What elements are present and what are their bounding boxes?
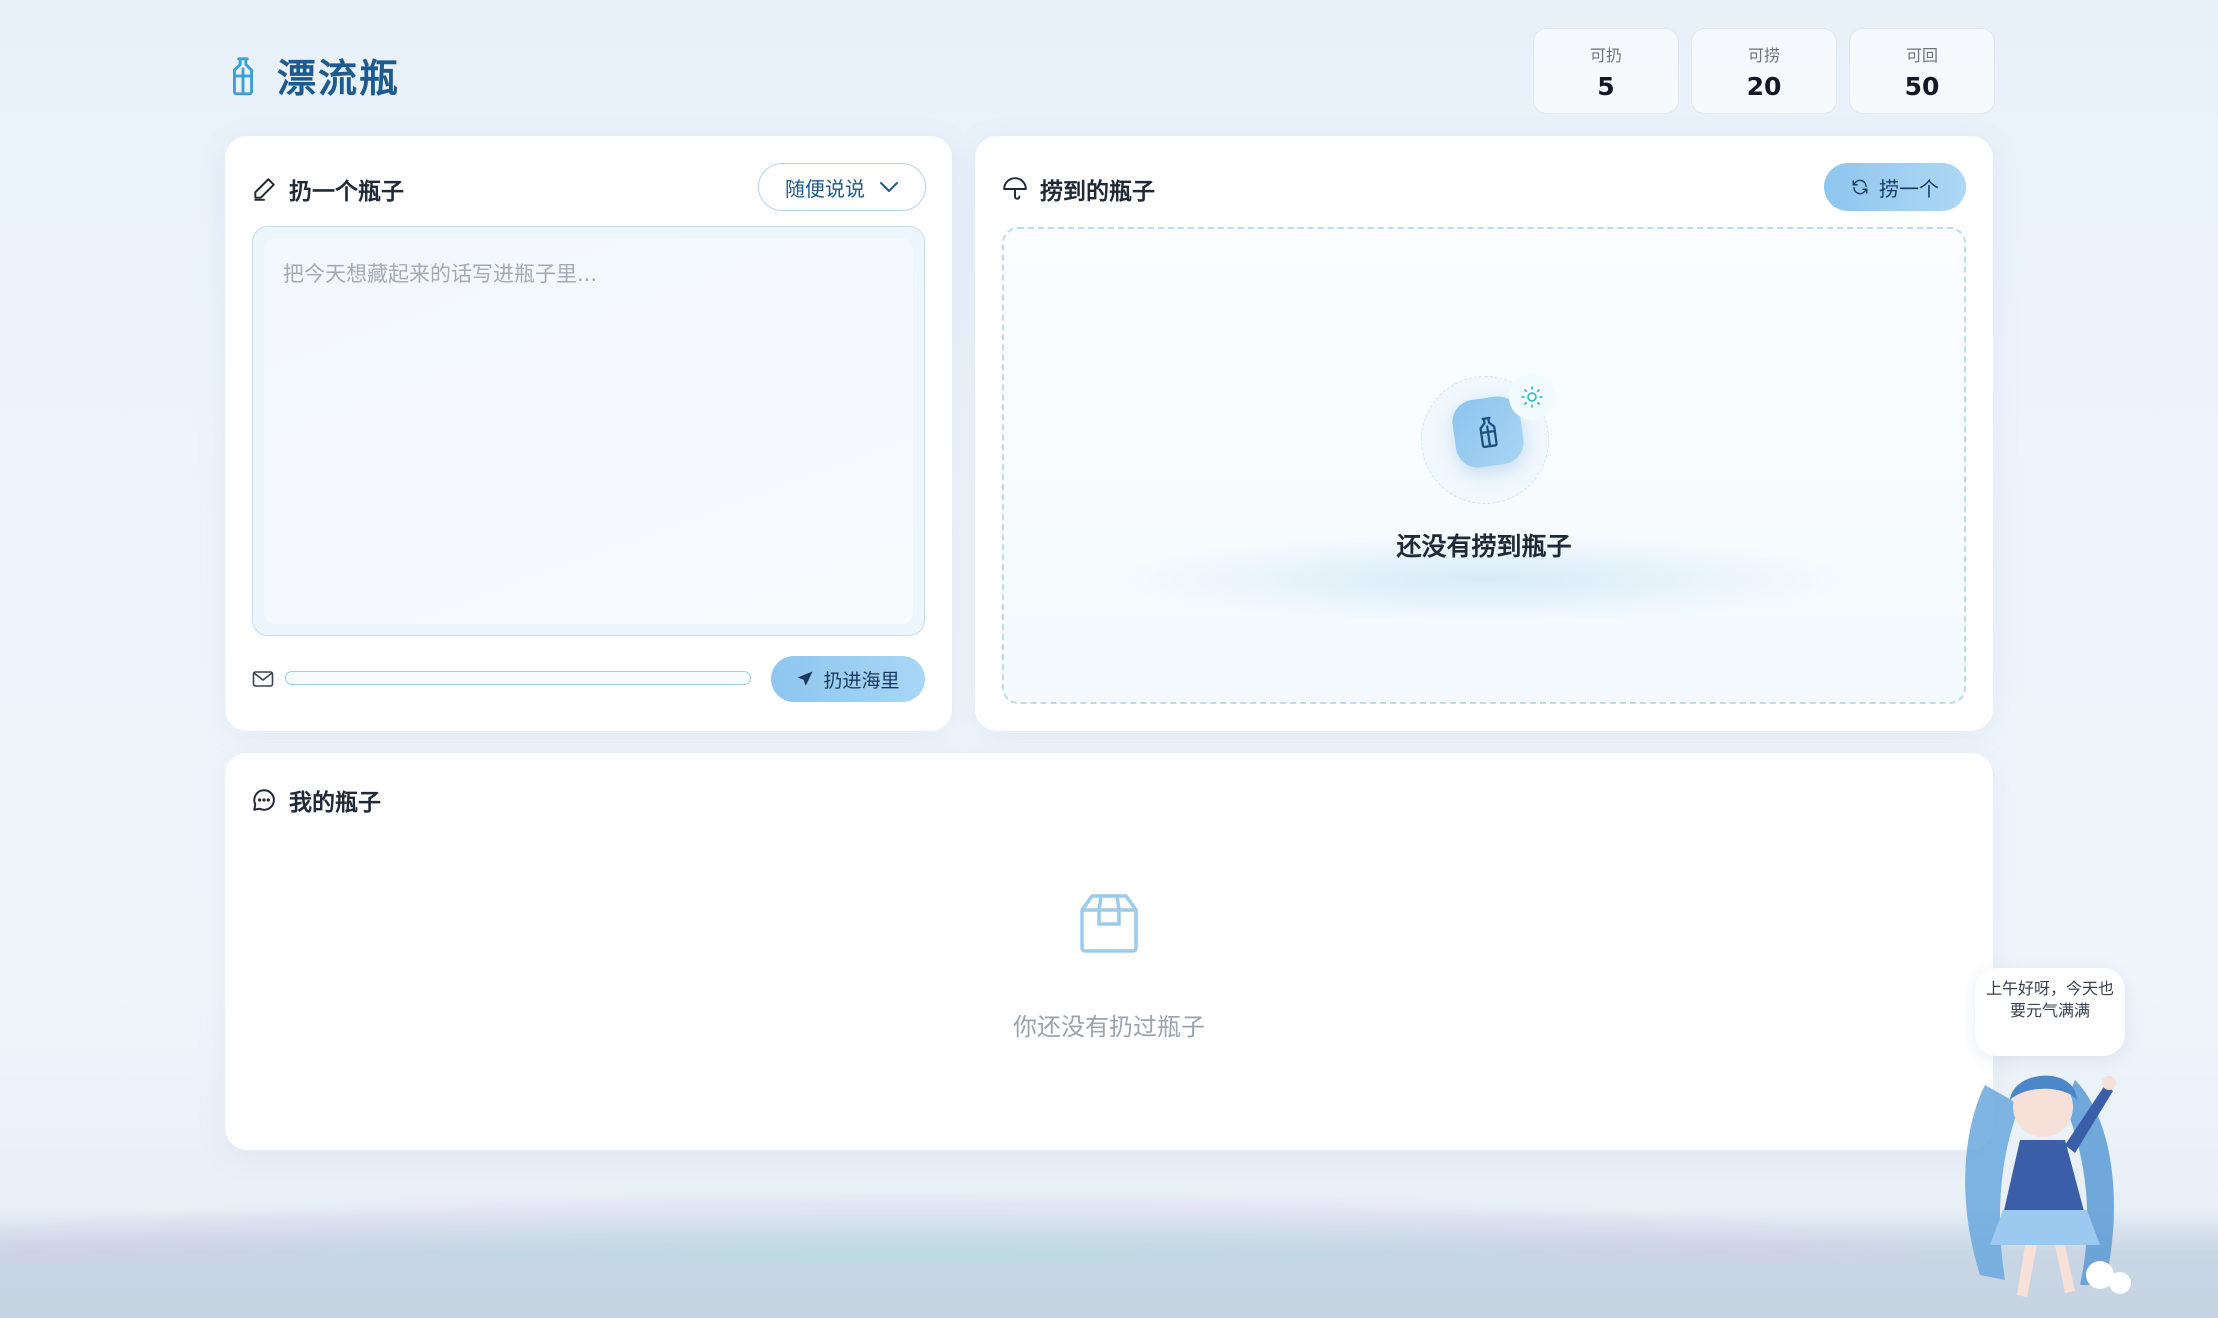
- send-icon: [797, 671, 813, 686]
- throw-bottle-card: 扔一个瓶子 随便说说 扔进海里: [225, 136, 952, 731]
- fish-button-label: 捞一个: [1879, 176, 1939, 201]
- throw-card-title: 扔一个瓶子: [289, 179, 404, 205]
- message-input-wrapper: [252, 226, 925, 636]
- my-bottles-card: 我的瓶子 你还没有扔过瓶子: [225, 753, 1993, 1150]
- fished-empty-text: 还没有捞到瓶子: [1396, 532, 1572, 561]
- stat-reply-quota: 可回 50: [1849, 28, 1995, 114]
- throw-button[interactable]: 扔进海里: [771, 656, 925, 702]
- fish-card-header: 捞到的瓶子: [1002, 172, 1155, 206]
- sun-badge: [1509, 374, 1555, 420]
- fish-card-title: 捞到的瓶子: [1040, 179, 1155, 205]
- stat-label: 可捞: [1747, 45, 1780, 65]
- fish-button[interactable]: 捞一个: [1824, 163, 1966, 211]
- bottle-icon: [233, 57, 253, 96]
- message-input[interactable]: [264, 238, 913, 624]
- refresh-icon: [1852, 179, 1868, 195]
- fished-bottle-card: 捞到的瓶子 捞一个 还没有捞到瓶子: [975, 136, 1993, 731]
- stat-value: 20: [1746, 71, 1782, 101]
- mood-select-value: 随便说说: [785, 176, 865, 201]
- sun-icon: [1521, 386, 1543, 408]
- stat-throw-quota: 可扔 5: [1533, 28, 1679, 114]
- mine-empty-text: 你还没有扔过瓶子: [1013, 1013, 1205, 1041]
- mood-select[interactable]: 随便说说: [758, 163, 926, 211]
- fished-empty-state: 还没有捞到瓶子: [1002, 227, 1966, 704]
- app-title: 漂流瓶: [277, 57, 401, 102]
- throw-button-label: 扔进海里: [823, 669, 900, 692]
- stat-fish-quota: 可捞 20: [1691, 28, 1837, 114]
- stat-label: 可回: [1905, 45, 1938, 65]
- bottle-icon: [1479, 416, 1498, 449]
- chat-bubble-icon: [253, 789, 275, 811]
- umbrella-icon: [1003, 177, 1027, 200]
- stat-value: 5: [1597, 71, 1615, 101]
- mascot-speech-bubble: 上午好呀，今天也要元气满满: [1975, 968, 2125, 1056]
- app-logo: 漂流瓶: [225, 48, 400, 104]
- stat-value: 50: [1904, 71, 1940, 101]
- sea-wave-decoration: [0, 1193, 1918, 1263]
- throw-card-header: 扔一个瓶子: [251, 172, 404, 206]
- package-icon: [1080, 894, 1138, 953]
- chevron-down-icon: [880, 182, 898, 192]
- quota-stats: 可扔 5 可捞 20 可回 50: [1533, 28, 1995, 114]
- mascot-character[interactable]: [1925, 1045, 2155, 1305]
- mine-card-header: 我的瓶子: [251, 783, 381, 817]
- mine-card-title: 我的瓶子: [289, 790, 381, 816]
- pen-icon: [254, 178, 275, 201]
- mail-icon: [252, 671, 274, 687]
- app-header: 漂流瓶 可扔 5 可捞 20 可回 50: [225, 28, 1995, 118]
- stat-label: 可扔: [1589, 45, 1622, 65]
- char-count-progress: [285, 671, 751, 685]
